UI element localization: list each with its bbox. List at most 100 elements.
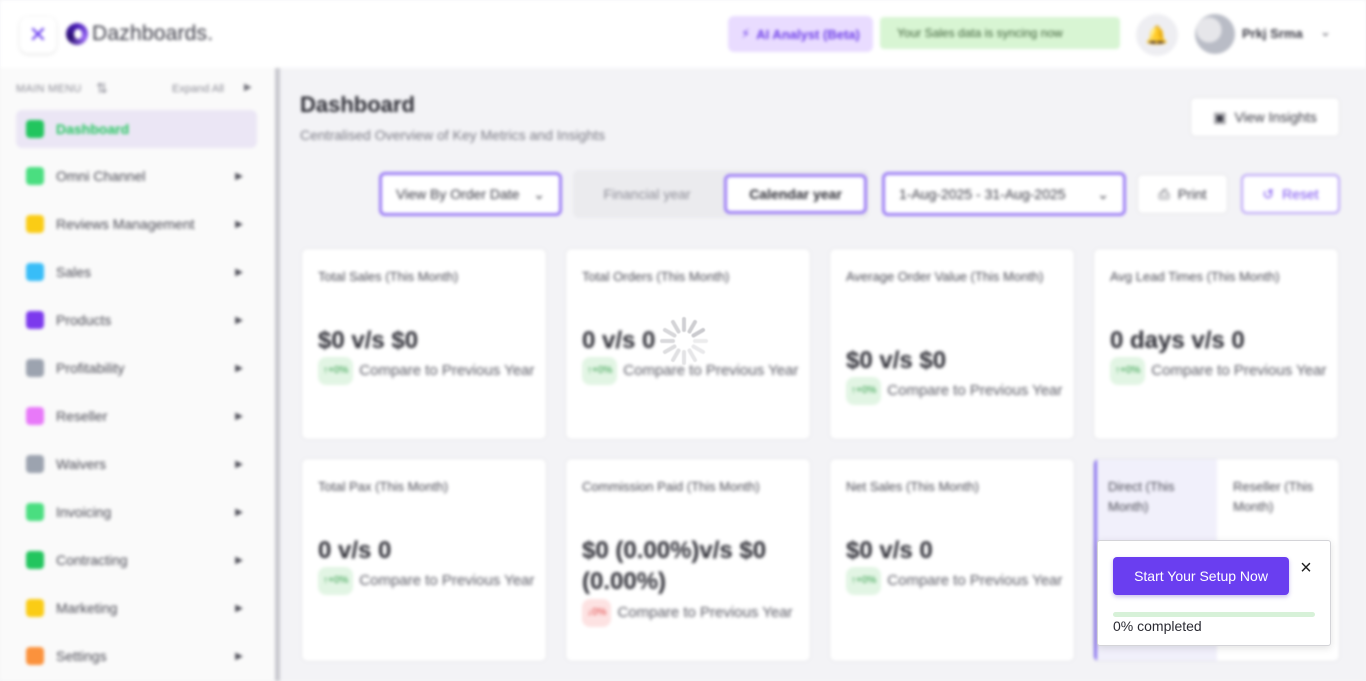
invoice-icon: [26, 503, 44, 521]
ai-analyst-label: AI Analyst (Beta): [756, 26, 860, 42]
box-icon: [26, 311, 44, 329]
chevron-right-icon: ▶: [235, 314, 243, 326]
ai-analyst-button[interactable]: ⚡ AI Analyst (Beta): [728, 16, 873, 52]
magic-wand-icon: ⚡: [741, 26, 751, 41]
reseller-title[interactable]: Reseller (This Month): [1233, 477, 1333, 517]
change-badge: ↑+0%: [318, 357, 354, 385]
lock-icon: [26, 359, 44, 377]
view-by-select[interactable]: View By Order Date ⌄: [379, 172, 562, 216]
expand-all-link[interactable]: Expand All: [172, 83, 224, 95]
chevron-down-icon[interactable]: ⌄: [1320, 24, 1331, 40]
sidebar-item-profitability[interactable]: Profitability ▶: [16, 349, 257, 387]
card-title: Net Sales (This Month): [846, 479, 979, 494]
close-icon[interactable]: ✕: [20, 17, 56, 53]
home-icon: [26, 120, 44, 138]
calendar-year-label: Calendar year: [749, 186, 842, 202]
chevron-right-icon: ▶: [235, 170, 243, 182]
spinner-segment: [691, 328, 706, 338]
user-name[interactable]: Prkj Srma: [1242, 26, 1303, 41]
view-insights-button[interactable]: ▣ View Insights: [1190, 97, 1340, 137]
spinner-segment: [671, 319, 681, 334]
card-compare: ↑+0% Compare to Previous Year: [846, 567, 1068, 595]
setup-popup: Start Your Setup Now × 0% completed: [1097, 540, 1331, 646]
sidebar-item-label: Marketing: [56, 600, 118, 616]
page-title: Dashboard: [300, 92, 415, 117]
sidebar-item-label: Dashboard: [56, 121, 130, 137]
card-title: Average Order Value (This Month): [846, 269, 1044, 284]
sidebar-item-marketing[interactable]: Marketing ▶: [16, 589, 257, 627]
sidebar-item-products[interactable]: Products ▶: [16, 301, 257, 339]
financial-year-option[interactable]: Financial year: [573, 186, 721, 202]
start-setup-button[interactable]: Start Your Setup Now: [1113, 557, 1289, 595]
chevron-right-icon: ▶: [235, 410, 243, 422]
card-compare: ↑+0% Compare to Previous Year: [1110, 357, 1332, 385]
compare-text: Compare to Previous Year: [887, 571, 1063, 589]
chevron-right-icon: ▶: [235, 458, 243, 470]
change-badge: ↓0%: [582, 599, 612, 627]
sidebar-item-label: Omni Channel: [56, 168, 146, 184]
print-button[interactable]: ⎙ Print: [1137, 174, 1228, 214]
sidebar-item-label: Sales: [56, 264, 92, 280]
setup-progress-label: 0% completed: [1113, 618, 1202, 634]
sidebar-item-label: Products: [56, 312, 112, 328]
sidebar-item-reviews-management[interactable]: Reviews Management ▶: [16, 205, 257, 243]
card-title: Total Orders (This Month): [582, 269, 730, 284]
chevron-right-icon: ▶: [235, 602, 243, 614]
card-compare: ↑+0% Compare to Previous Year: [318, 567, 540, 595]
change-badge: ↑+0%: [582, 357, 618, 385]
chevron-right-icon: ▶: [235, 650, 243, 662]
inbox-icon: [26, 407, 44, 425]
document-icon: [26, 455, 44, 473]
expand-arrow-icon[interactable]: ▶: [244, 82, 252, 93]
compare-text: Compare to Previous Year: [359, 361, 535, 379]
chevron-down-icon: ⌄: [1097, 185, 1109, 202]
gear-icon: [26, 647, 44, 665]
sidebar-item-dashboard[interactable]: Dashboard: [16, 110, 257, 148]
compare-text: Compare to Previous Year: [617, 603, 793, 621]
logo-text: Dazhboards.: [92, 22, 214, 45]
change-badge: ↑+0%: [846, 567, 882, 595]
sidebar-item-reseller[interactable]: Reseller ▶: [16, 397, 257, 435]
sidebar-item-label: Invoicing: [56, 504, 112, 520]
sidebar-item-label: Reseller: [56, 408, 108, 424]
sidebar-item-waivers[interactable]: Waivers ▶: [16, 445, 257, 483]
metric-card: Average Order Value (This Month) $0 v/s …: [829, 248, 1075, 440]
sort-icon[interactable]: ⇅: [96, 80, 108, 97]
sidebar-item-sales[interactable]: Sales ▶: [16, 253, 257, 291]
sidebar-item-settings[interactable]: Settings ▶: [16, 637, 257, 675]
card-value: 0 days v/s 0: [1110, 327, 1245, 354]
direct-title: Direct (This Month): [1108, 479, 1175, 514]
notification-bell-icon[interactable]: 🔔: [1136, 14, 1178, 56]
change-badge: ↑+0%: [318, 567, 354, 595]
date-range-select[interactable]: 1-Aug-2025 - 31-Aug-2025 ⌄: [882, 172, 1126, 216]
date-range-value: 1-Aug-2025 - 31-Aug-2025: [899, 186, 1066, 202]
card-title: Avg Lead Times (This Month): [1110, 269, 1280, 284]
card-value: $0 (0.00%)v/s $0 (0.00%): [582, 537, 767, 595]
close-icon[interactable]: ×: [1296, 557, 1316, 579]
reset-label: Reset: [1282, 186, 1319, 202]
print-label: Print: [1177, 186, 1207, 202]
card-compare: ↓0% Compare to Previous Year: [582, 599, 804, 627]
compare-text: Compare to Previous Year: [1151, 361, 1327, 379]
spinner-segment: [662, 344, 677, 354]
sidebar-item-contracting[interactable]: Contracting ▶: [16, 541, 257, 579]
sidebar-item-invoicing[interactable]: Invoicing ▶: [16, 493, 257, 531]
avatar[interactable]: [1195, 14, 1235, 54]
metric-card: Commission Paid (This Month) $0 (0.00%)v…: [565, 458, 811, 662]
compare-text: Compare to Previous Year: [623, 361, 799, 379]
spinner-segment: [687, 348, 697, 363]
card-title: Commission Paid (This Month): [582, 479, 760, 494]
chevron-right-icon: ▶: [235, 218, 243, 230]
spinner-segment: [691, 344, 706, 354]
metric-card: Net Sales (This Month) $0 v/s 0 ↑+0% Comp…: [829, 458, 1075, 662]
setup-progress-bar: [1113, 612, 1315, 617]
card-value: 0 v/s 0: [318, 537, 392, 564]
logo-icon: [66, 23, 88, 45]
spinner-segment: [687, 319, 697, 334]
card-title: Total Sales (This Month): [318, 269, 459, 284]
calendar-year-option[interactable]: Calendar year: [724, 174, 867, 214]
card-value: $0 v/s $0: [846, 347, 947, 374]
chart-icon: [26, 263, 44, 281]
reset-button[interactable]: ↺ Reset: [1241, 174, 1340, 214]
sidebar-item-omni-channel[interactable]: Omni Channel ▶: [16, 157, 257, 195]
